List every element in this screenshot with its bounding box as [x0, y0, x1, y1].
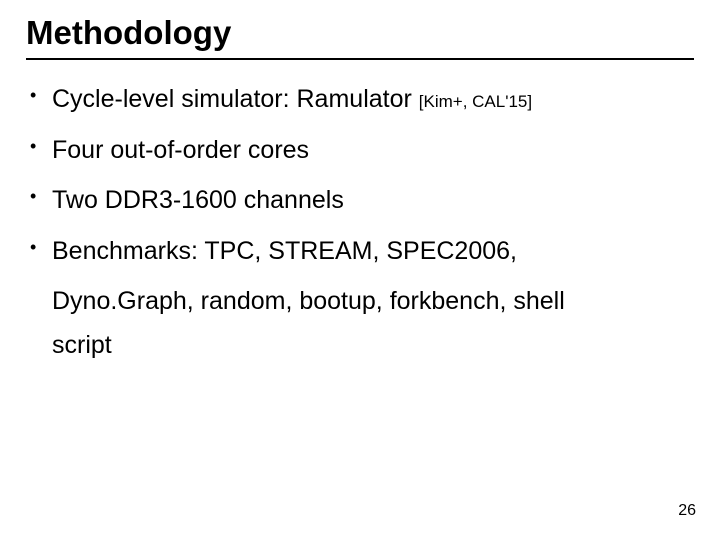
bullet-item: Cycle-level simulator: Ramulator [Kim+, …	[26, 78, 694, 121]
slide: Methodology Cycle-level simulator: Ramul…	[0, 0, 720, 540]
bullet-text: Cycle-level simulator: Ramulator	[52, 85, 419, 113]
bullet-text: Two DDR3-1600 channels	[52, 186, 344, 214]
title-underline	[26, 58, 694, 60]
bullet-continuation: script	[26, 324, 694, 368]
bullet-item: Four out-of-order cores	[26, 129, 694, 172]
bullet-text: Four out-of-order cores	[52, 136, 309, 164]
citation: [Kim+, CAL'15]	[419, 92, 532, 111]
bullet-text: Benchmarks: TPC, STREAM, SPEC2006,	[52, 237, 517, 265]
slide-title: Methodology	[26, 14, 694, 52]
bullet-item: Benchmarks: TPC, STREAM, SPEC2006,	[26, 230, 694, 273]
page-number: 26	[678, 502, 696, 520]
bullet-list: Cycle-level simulator: Ramulator [Kim+, …	[26, 78, 694, 272]
bullet-continuation: Dyno.Graph, random, bootup, forkbench, s…	[26, 280, 694, 324]
bullet-item: Two DDR3-1600 channels	[26, 179, 694, 222]
